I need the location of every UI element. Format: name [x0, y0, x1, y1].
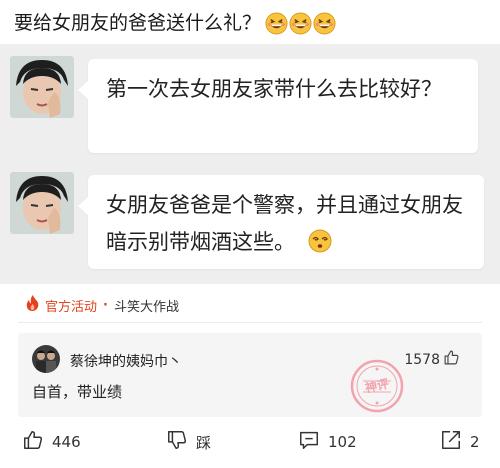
activity-separator: ·	[103, 297, 108, 313]
grin-squint-emoji-icon	[265, 11, 288, 35]
action-toolbar: 446 踩 102 2	[0, 425, 500, 459]
chat-bubble: 女朋友爸爸是个警察，并且通过女朋友暗示别带烟酒这些。	[78, 175, 484, 269]
chat-bubble: 第一次去女朋友家带什么去比较好？	[78, 59, 478, 153]
grin-squint-emoji-icon	[313, 11, 336, 35]
chat-message-row	[10, 172, 74, 234]
thumbs-up-icon	[22, 429, 52, 455]
thumbs-down-icon	[166, 429, 196, 455]
chat-avatar	[10, 172, 74, 234]
chat-message-text: 女朋友爸爸是个警察，并且通过女朋友暗示别带烟酒这些。	[106, 193, 463, 254]
activity-label: 官方活动	[45, 299, 98, 315]
comment-bubble-icon	[298, 429, 328, 455]
comment-button[interactable]: 102	[298, 425, 357, 459]
like-count: 446	[52, 433, 81, 451]
dizzy-face-emoji-icon	[308, 228, 332, 265]
grin-squint-emoji-icon	[289, 11, 312, 35]
dislike-button[interactable]: 踩	[166, 425, 211, 459]
post-image[interactable]: 第一次去女朋友家带什么去比较好？ 女朋友爸爸是个警察，并且通过女朋友暗示别带烟酒…	[0, 44, 500, 284]
activity-name: 斗笑大作战	[113, 299, 179, 315]
share-icon	[440, 429, 470, 455]
god-comment-stamp-icon: 神评	[348, 357, 406, 415]
comment-like-button[interactable]: 1578	[404, 349, 460, 370]
share-button[interactable]: 2	[440, 425, 480, 459]
post-title: 要给女朋友的爸爸送什么礼？	[14, 8, 337, 38]
comment-count: 102	[328, 433, 357, 451]
post-title-text: 要给女朋友的爸爸送什么礼？	[14, 12, 262, 34]
commenter-username[interactable]: 蔡徐坤的姨妈巾丶	[70, 351, 182, 371]
share-count: 2	[470, 433, 480, 451]
chat-message-row	[10, 56, 74, 118]
flame-icon	[26, 295, 39, 315]
comment-like-count: 1578	[404, 351, 440, 368]
comment-text: 自首，带业绩	[32, 383, 123, 401]
thumbs-up-icon	[440, 349, 460, 370]
like-button[interactable]: 446	[22, 425, 81, 459]
title-emoji-row	[265, 11, 337, 35]
commenter-avatar[interactable]	[32, 345, 60, 373]
chat-avatar	[10, 56, 74, 118]
activity-tag[interactable]: 官方活动 · 斗笑大作战	[26, 295, 179, 315]
top-comment-card[interactable]: 蔡徐坤的姨妈巾丶 1578 自首，带业绩 神评	[18, 333, 482, 417]
divider	[18, 322, 482, 323]
dislike-label: 踩	[196, 433, 212, 452]
chat-message-text: 第一次去女朋友家带什么去比较好？	[106, 77, 442, 101]
